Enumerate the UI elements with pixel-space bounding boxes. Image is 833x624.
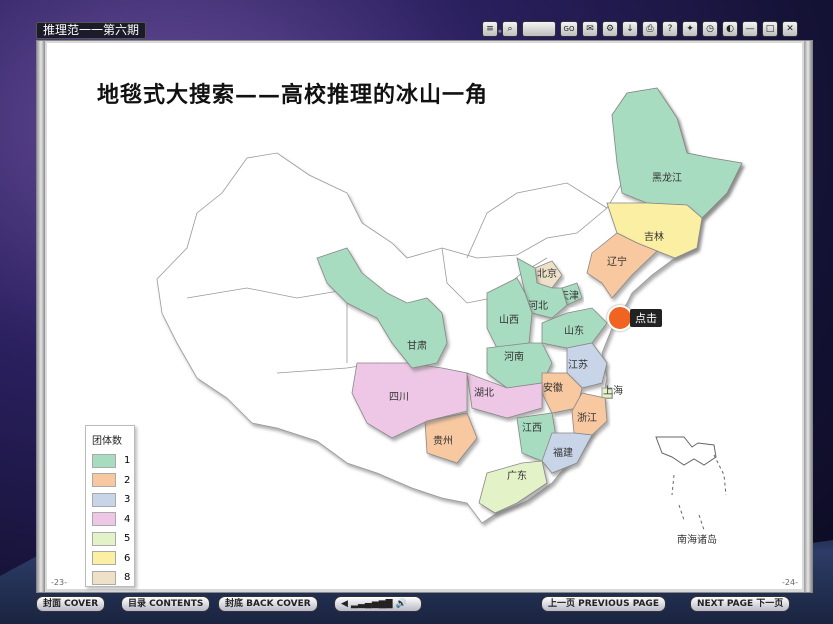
legend-label: 8 [124,572,131,584]
download-icon[interactable]: ↓ [622,21,638,37]
legend-swatch [92,473,116,488]
province-label: 福建 [553,446,573,459]
contents-button[interactable]: 目录 CONTENTS [121,596,211,612]
south-sea-label: 南海诸岛 [677,535,717,546]
province-label: 北京 [537,267,557,280]
window-title: 推理范一一第六期 [36,22,147,39]
book-left-edge [37,41,45,592]
book: 地毯式大搜索——高校推理的冰山一角 黑龙江 吉林 辽宁 北京 天津 河北 山西 山东 河南 江苏上… [36,40,813,593]
legend-item: 8 [92,568,134,588]
legend-label: 1 [124,455,131,467]
legend-swatch [92,551,116,566]
volume-slider[interactable]: ◀ ▂▃▄▅▆▇ 🔊 [334,596,422,612]
click-label[interactable]: 点击 [630,309,662,327]
province-label: 四川 [389,392,409,403]
province-label: 湖北 [474,387,494,399]
province-label: 江西 [522,422,542,434]
legend-item: 3 [92,490,134,510]
help-icon[interactable]: ? [662,21,678,37]
next-page-button[interactable]: NEXT PAGE 下一页 [690,596,791,612]
maximize-icon[interactable]: □ [762,21,778,37]
page-number-right: -24- [782,578,798,587]
sound-icon[interactable]: ◐ [722,21,738,37]
page-number-left: -23- [51,578,67,587]
legend-label: 5 [124,533,131,545]
legend-item: 2 [92,471,134,491]
south-sea-inset [655,436,727,531]
legend-label: 6 [124,552,131,564]
comment-icon[interactable]: ✉ [582,21,598,37]
province-label: 广东 [507,469,527,482]
toolbar: ≡ ⌕ GO ✉ ⚙ ↓ ⎙ ? ✦ ◷ ◐ — □ ✕ [482,21,798,37]
book-right-edge [804,41,812,592]
zoom-field[interactable] [522,21,556,37]
close-icon[interactable]: ✕ [782,21,798,37]
province-label: 贵州 [433,434,453,447]
legend-item: 1 [92,451,134,471]
page-spread: 地毯式大搜索——高校推理的冰山一角 黑龙江 吉林 辽宁 北京 天津 河北 山西 山东 河南 江苏上… [47,43,802,589]
legend-item: 4 [92,510,134,530]
province-label: 甘肃 [407,339,427,352]
province-label: 山西 [499,314,519,326]
click-hotspot[interactable]: 点击 [607,305,662,331]
legend-swatch [92,512,116,527]
settings-icon[interactable]: ✦ [682,21,698,37]
clock-icon[interactable]: ◷ [702,21,718,37]
legend-item: 6 [92,549,134,569]
province-label: 山东 [564,324,584,337]
legend-swatch [92,570,116,585]
legend-label: 4 [124,513,131,525]
legend-swatch [92,531,116,546]
province-label: 辽宁 [607,255,627,268]
legend-swatch [92,492,116,507]
zoom-icon[interactable]: ⌕ [502,21,518,37]
province-label: 河南 [504,350,524,363]
bottom-bar: 封面 COVER 目录 CONTENTS 封底 BACK COVER ◀ ▂▃▄… [0,594,833,614]
province-label: 黑龙江 [652,171,682,184]
print-icon[interactable]: ⎙ [642,21,658,37]
province-label: 浙江 [577,412,597,424]
share-icon[interactable]: ⚙ [602,21,618,37]
province-label: 上海 [603,384,623,397]
province-label: 江苏 [568,358,588,371]
minimize-icon[interactable]: — [742,21,758,37]
toc-icon[interactable]: ≡ [482,21,498,37]
legend-swatch [92,453,116,468]
go-button[interactable]: GO [560,21,578,37]
cover-button[interactable]: 封面 COVER [36,596,106,612]
previous-page-button[interactable]: 上一页 PREVIOUS PAGE [541,596,666,612]
province-label: 吉林 [644,230,664,243]
legend-title: 团体数 [92,436,122,447]
back-cover-button[interactable]: 封底 BACK COVER [218,596,318,612]
legend-item: 5 [92,529,134,549]
legend: 团体数 1 2 3 4 5 6 8 [85,425,135,587]
legend-label: 3 [124,494,131,506]
province-label: 安徽 [543,381,563,394]
legend-label: 2 [124,474,131,486]
